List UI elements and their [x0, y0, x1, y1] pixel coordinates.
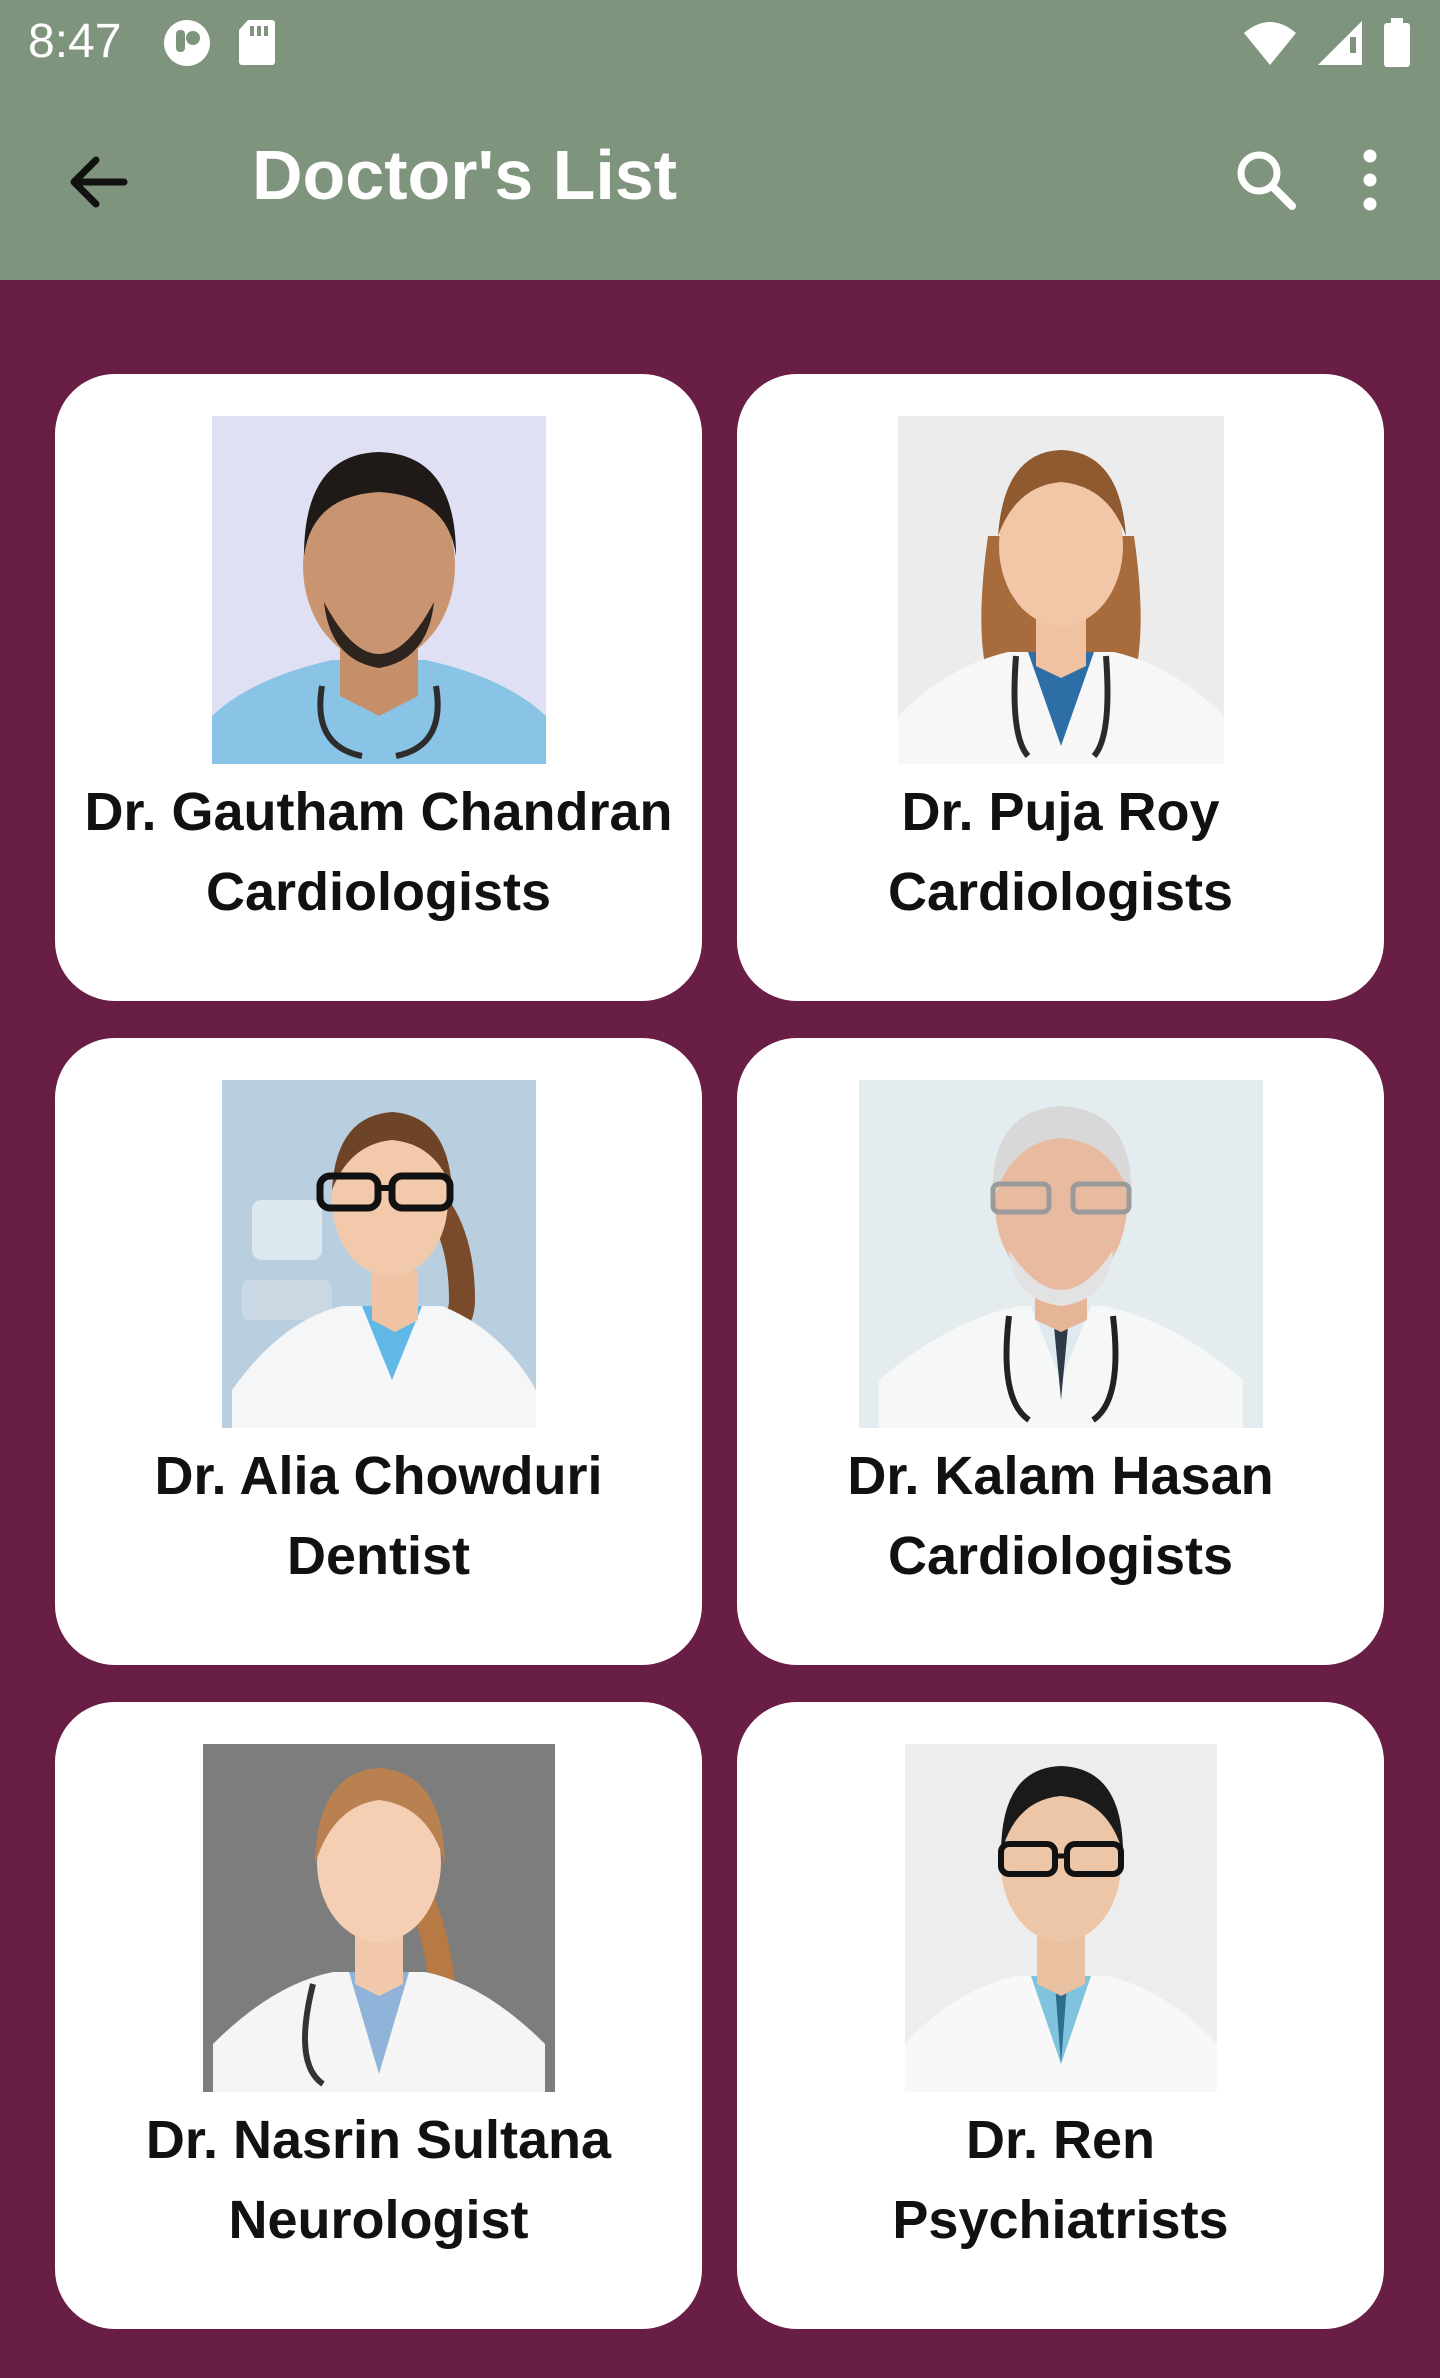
doctor-name: Dr. Puja Roy: [901, 782, 1220, 842]
more-vert-icon: [1363, 149, 1377, 211]
page-title: Doctor's List: [252, 136, 678, 214]
doctor-card[interactable]: Dr. Ren Psychiatrists: [737, 1702, 1384, 2329]
doctor-name: Dr. Nasrin Sultana: [145, 2110, 612, 2170]
arrow-back-icon: [70, 156, 128, 208]
doctor-card[interactable]: Dr. Puja Roy Cardiologists: [737, 374, 1384, 1001]
search-button[interactable]: [1230, 144, 1302, 216]
doctor-photo: [221, 1080, 536, 1428]
doctor-specialty: Neurologist: [228, 2190, 529, 2250]
battery-icon: [1382, 18, 1412, 73]
doctor-card[interactable]: Dr. Alia Chowduri Dentist: [55, 1038, 702, 1665]
doctor-info: Dr. Ren Psychiatrists: [737, 2100, 1384, 2260]
doctor-info: Dr. Nasrin Sultana Neurologist: [55, 2100, 702, 2260]
doctor-card[interactable]: Dr. Gautham Chandran Cardiologists: [55, 374, 702, 1001]
sd-card-icon: [238, 18, 276, 73]
doctor-card[interactable]: Dr. Kalam Hasan Cardiologists: [737, 1038, 1384, 1665]
circle-notification-icon: [162, 18, 212, 73]
doctor-name: Dr. Alia Chowduri: [154, 1446, 603, 1506]
back-button[interactable]: [60, 142, 140, 222]
doctor-specialty: Cardiologists: [887, 1526, 1234, 1586]
doctor-info: Dr. Alia Chowduri Dentist: [55, 1436, 702, 1596]
doctor-photo: [904, 1744, 1217, 2092]
doctor-name: Dr. Kalam Hasan: [847, 1446, 1274, 1506]
doctor-photo: [858, 1080, 1263, 1428]
doctor-info: Dr. Kalam Hasan Cardiologists: [737, 1436, 1384, 1596]
status-icons-right: [1242, 18, 1412, 73]
doctor-specialty: Cardiologists: [205, 862, 552, 922]
doctor-photo: [202, 1744, 555, 2092]
doctor-grid: Dr. Gautham Chandran Cardiologists Dr. P…: [55, 374, 1384, 2329]
doctor-specialty: Cardiologists: [887, 862, 1234, 922]
app-bar: Doctor's List: [0, 84, 1440, 280]
doctor-photo: [211, 416, 546, 764]
status-bar: 8:47: [0, 0, 1440, 84]
status-time: 8:47: [28, 15, 122, 68]
doctor-name: Dr. Gautham Chandran: [84, 782, 673, 842]
doctor-specialty: Psychiatrists: [892, 2190, 1229, 2250]
doctor-info: Dr. Gautham Chandran Cardiologists: [55, 772, 702, 932]
doctor-specialty: Dentist: [286, 1526, 470, 1586]
doctor-name: Dr. Ren: [965, 2110, 1156, 2170]
status-icons-left: [162, 18, 276, 73]
cell-signal-icon: [1316, 19, 1364, 72]
search-icon: [1237, 151, 1296, 210]
more-options-button[interactable]: [1334, 144, 1406, 216]
doctor-card[interactable]: Dr. Nasrin Sultana Neurologist: [55, 1702, 702, 2329]
doctor-info: Dr. Puja Roy Cardiologists: [737, 772, 1384, 932]
wifi-icon: [1242, 19, 1298, 72]
doctor-photo: [897, 416, 1224, 764]
